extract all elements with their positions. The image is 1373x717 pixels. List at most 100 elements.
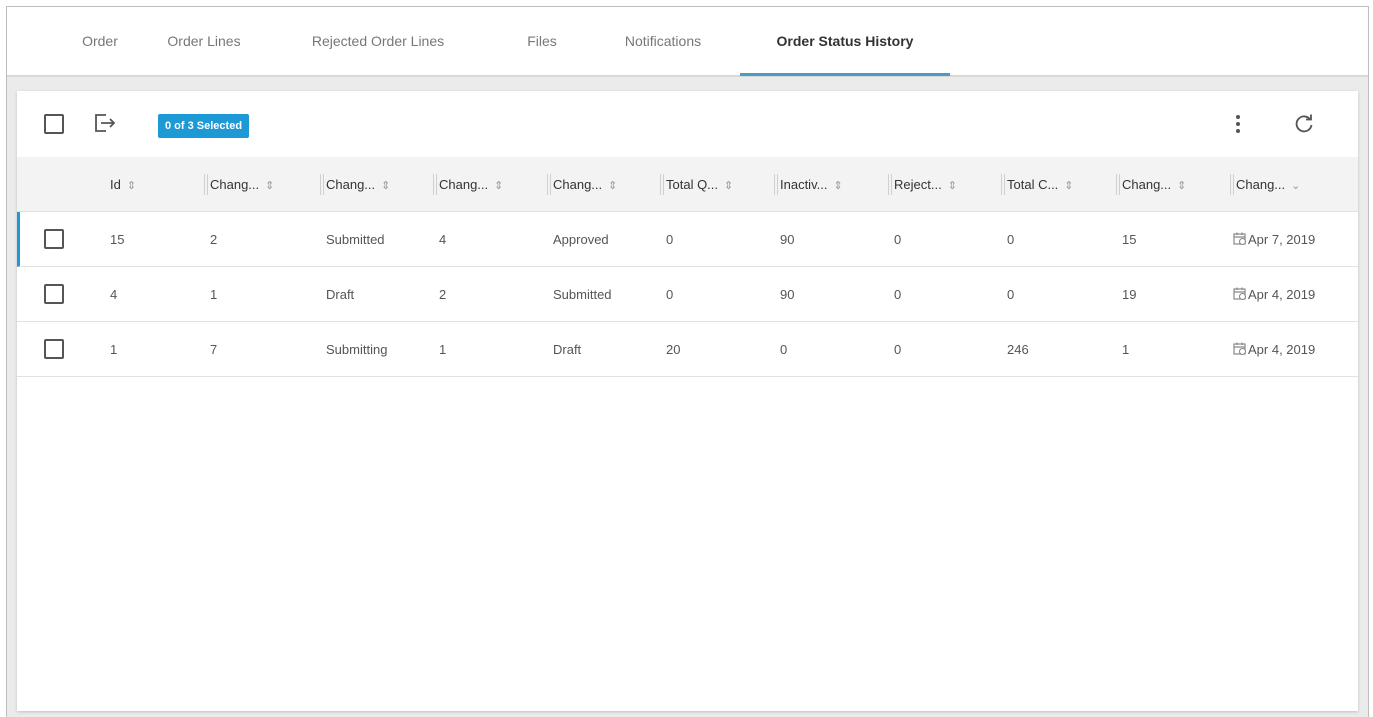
- tab-order-status-history[interactable]: Order Status History: [740, 7, 950, 77]
- table-cell: 0: [666, 287, 674, 302]
- column-header-label: Chang...: [553, 177, 603, 192]
- row-checkbox[interactable]: [44, 229, 64, 249]
- column-header[interactable]: Chang... ⇕: [1116, 157, 1186, 212]
- column-header[interactable]: Total Q... ⇕: [660, 157, 733, 212]
- column-header[interactable]: Inactiv... ⇕: [774, 157, 843, 212]
- table-cell: 0: [1007, 287, 1015, 302]
- table-cell: 0: [780, 342, 788, 357]
- column-header-label: Inactiv...: [780, 177, 828, 192]
- column-divider[interactable]: [1119, 174, 1120, 195]
- column-header-label: Total C...: [1007, 177, 1059, 192]
- column-divider[interactable]: [774, 174, 775, 195]
- column-divider[interactable]: [204, 174, 205, 195]
- select-all-checkbox[interactable]: [44, 114, 64, 134]
- table-header: Id ⇕ Chang... ⇕ Chang... ⇕ Chang... ⇕ Chang.…: [17, 157, 1358, 212]
- date-text: Apr 7, 2019: [1248, 232, 1316, 247]
- table-cell: Draft: [553, 342, 582, 357]
- column-divider[interactable]: [1233, 174, 1234, 195]
- table-cell: 2: [439, 287, 447, 302]
- column-divider[interactable]: [547, 174, 548, 195]
- row-checkbox[interactable]: [44, 284, 64, 304]
- sort-icon[interactable]: ⇕: [265, 180, 274, 192]
- row-checkbox[interactable]: [44, 339, 64, 359]
- table-cell: 1: [210, 287, 218, 302]
- column-header-id[interactable]: Id ⇕: [110, 157, 136, 212]
- sort-icon[interactable]: ⇕: [833, 180, 842, 192]
- table-row[interactable]: 1 7 Submitting 1 Draft 20 0 0 246 1 Apr …: [17, 322, 1358, 377]
- sort-icon[interactable]: ⇕: [948, 180, 957, 192]
- table-row[interactable]: 15 2 Submitted 4 Approved 0 90 0 0 15 Ap…: [17, 212, 1358, 267]
- table-cell: 0: [894, 232, 902, 247]
- tab-notifications[interactable]: Notifications: [607, 7, 719, 77]
- more-vert-icon[interactable]: [1232, 112, 1244, 136]
- chevron-down-icon[interactable]: ⌄: [1291, 180, 1300, 192]
- column-header-label: Reject...: [894, 177, 942, 192]
- column-divider[interactable]: [433, 174, 434, 195]
- column-header-label: Chang...: [439, 177, 489, 192]
- column-divider[interactable]: [1230, 174, 1231, 195]
- history-grid-card: 0 of 3 Selected Id ⇕ Chang... ⇕ Chang... ⇕ …: [17, 91, 1358, 711]
- tab-order[interactable]: Order: [67, 7, 133, 77]
- column-header[interactable]: Total C... ⇕: [1001, 157, 1074, 212]
- tab-rejected-order-lines[interactable]: Rejected Order Lines: [293, 7, 463, 77]
- selection-count-badge: 0 of 3 Selected: [158, 114, 250, 138]
- table-cell: 246: [1007, 342, 1029, 357]
- calendar-clock-icon: [1233, 287, 1247, 300]
- column-header-label: Total Q...: [666, 177, 719, 192]
- column-divider[interactable]: [207, 174, 208, 195]
- date-cell: Apr 4, 2019: [1233, 267, 1315, 322]
- table-row[interactable]: 4 1 Draft 2 Submitted 0 90 0 0 19 Apr 4,…: [17, 267, 1358, 322]
- date-text: Apr 4, 2019: [1248, 342, 1316, 357]
- column-divider[interactable]: [436, 174, 437, 195]
- sort-icon[interactable]: ⇕: [1177, 180, 1186, 192]
- column-divider[interactable]: [320, 174, 321, 195]
- column-divider[interactable]: [550, 174, 551, 195]
- sort-icon[interactable]: ⇕: [494, 180, 503, 192]
- column-header[interactable]: Chang... ⇕: [547, 157, 617, 212]
- table-cell: 15: [1122, 232, 1137, 247]
- column-divider[interactable]: [323, 174, 324, 195]
- column-divider[interactable]: [891, 174, 892, 195]
- export-icon[interactable]: [94, 113, 116, 133]
- date-cell: Apr 4, 2019: [1233, 322, 1315, 377]
- column-header[interactable]: Chang... ⇕: [204, 157, 274, 212]
- sort-icon[interactable]: ⇕: [724, 180, 733, 192]
- column-header-label: Chang...: [326, 177, 376, 192]
- table-cell: 19: [1122, 287, 1137, 302]
- sort-icon[interactable]: ⇕: [381, 180, 390, 192]
- column-divider[interactable]: [1001, 174, 1002, 195]
- table-cell: 90: [780, 232, 795, 247]
- column-divider[interactable]: [663, 174, 664, 195]
- table-cell: 0: [894, 287, 902, 302]
- column-header-label: Chang...: [1122, 177, 1172, 192]
- table-cell: 20: [666, 342, 681, 357]
- column-header[interactable]: Chang... ⌄: [1230, 157, 1300, 212]
- date-cell: Apr 7, 2019: [1233, 212, 1315, 267]
- table-cell: 90: [780, 287, 795, 302]
- sort-icon[interactable]: ⇕: [608, 180, 617, 192]
- column-header[interactable]: Chang... ⇕: [320, 157, 390, 212]
- table-cell: 1: [439, 342, 447, 357]
- column-divider[interactable]: [1004, 174, 1005, 195]
- table-cell: 4: [439, 232, 447, 247]
- calendar-clock-icon: [1233, 232, 1247, 245]
- column-divider[interactable]: [1116, 174, 1117, 195]
- column-divider[interactable]: [888, 174, 889, 195]
- refresh-icon[interactable]: [1293, 113, 1315, 135]
- cell-id: 4: [110, 287, 118, 302]
- column-header[interactable]: Reject... ⇕: [888, 157, 957, 212]
- cell-id: 15: [110, 232, 125, 247]
- sort-icon[interactable]: ⇕: [1064, 180, 1073, 192]
- table-cell: 0: [1007, 232, 1015, 247]
- column-divider[interactable]: [660, 174, 661, 195]
- sort-icon[interactable]: ⇕: [127, 180, 136, 192]
- table-cell: Submitted: [553, 287, 612, 302]
- column-header[interactable]: Chang... ⇕: [433, 157, 503, 212]
- column-header-label: Chang...: [210, 177, 260, 192]
- tab-order-lines[interactable]: Order Lines: [156, 7, 252, 77]
- column-divider[interactable]: [777, 174, 778, 195]
- tab-files[interactable]: Files: [512, 7, 572, 77]
- date-text: Apr 4, 2019: [1248, 287, 1316, 302]
- table-cell: 1: [1122, 342, 1130, 357]
- grid-toolbar: 0 of 3 Selected: [17, 91, 1358, 157]
